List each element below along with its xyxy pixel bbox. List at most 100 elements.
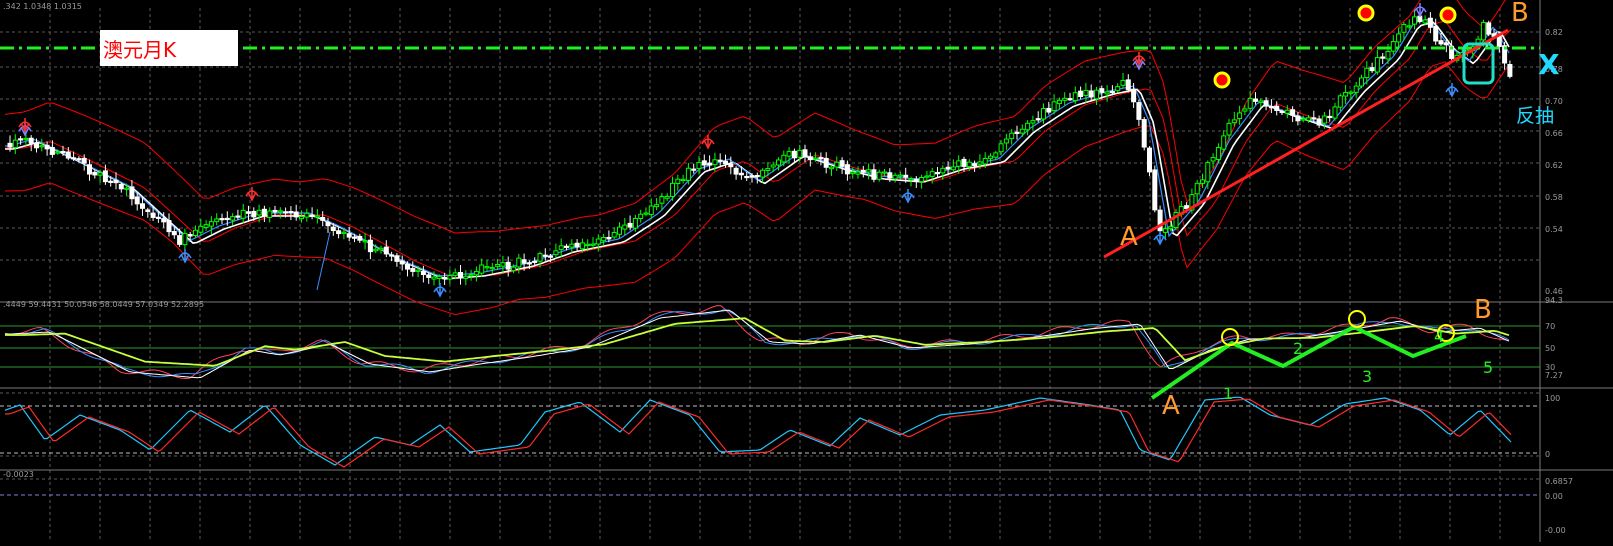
candle-body	[1433, 25, 1439, 42]
candle-body	[617, 226, 622, 235]
candle-body	[426, 274, 432, 278]
candle-body	[516, 257, 522, 268]
candle-body	[145, 209, 151, 212]
candle-body	[998, 143, 1004, 153]
candle-body	[1056, 99, 1062, 105]
candle-body	[161, 218, 167, 223]
fractal-arrow-icon	[245, 187, 259, 202]
candle-body	[786, 151, 792, 157]
osc-line-yellow	[5, 317, 1510, 367]
candle-body	[924, 175, 930, 178]
candle-body	[60, 150, 66, 154]
candle-body	[166, 220, 172, 233]
bollinger-lower-band	[4, 61, 1512, 316]
candle-body	[484, 266, 490, 269]
candle-body	[378, 247, 384, 251]
candle-body	[977, 161, 983, 165]
candle-body	[807, 156, 813, 161]
candle-body	[521, 259, 527, 264]
candle-body	[1019, 128, 1025, 134]
trend-line	[1103, 28, 1509, 259]
candle-body	[760, 169, 766, 178]
candle-body	[611, 232, 617, 238]
candle-body	[1168, 226, 1174, 230]
candle-body	[1030, 120, 1036, 124]
candle-body	[415, 269, 421, 272]
candle-body	[1194, 182, 1200, 195]
panel-dividers	[0, 0, 1613, 542]
wave-label-5: 5	[1483, 358, 1494, 377]
candle-body	[590, 243, 596, 246]
candle-body	[913, 178, 919, 182]
candle-body	[505, 261, 511, 270]
fractal-arrow-icon	[1413, 3, 1427, 18]
candle-body	[436, 275, 442, 279]
candle-body	[1035, 118, 1041, 121]
candle-body	[940, 167, 946, 174]
fractal-arrow-stroke	[901, 189, 915, 204]
candle-body	[818, 157, 824, 160]
candle-body	[49, 147, 55, 155]
candle-body	[277, 210, 283, 213]
candle-body	[1348, 91, 1354, 94]
oscillator-panel	[0, 305, 1540, 400]
candle-body	[1412, 16, 1417, 25]
candle-body	[1311, 117, 1317, 120]
candle-body	[887, 172, 893, 179]
candle-body	[367, 239, 373, 253]
title-box: 澳元月K	[100, 30, 238, 66]
bottom-tick-label: -0.00	[1545, 526, 1566, 535]
candle-body	[299, 216, 304, 220]
candle-body	[654, 204, 660, 208]
candle-body	[1390, 41, 1396, 52]
candle-body	[102, 170, 108, 183]
candle-body	[1088, 90, 1094, 98]
candle-body	[224, 217, 230, 221]
osc-tick-label: 94.3	[1545, 296, 1563, 305]
candle-body	[261, 208, 267, 217]
candle-body	[813, 157, 819, 160]
candle-body	[579, 242, 585, 250]
main-panel-header: .342 1.0348 1.0315	[3, 2, 82, 11]
candle-body	[39, 145, 45, 148]
candle-body	[431, 276, 437, 280]
wave-label-4: 4	[1434, 327, 1445, 346]
candle-body	[267, 210, 273, 218]
candle-body	[781, 154, 787, 163]
candle-body	[860, 169, 866, 173]
candle-body	[1242, 108, 1248, 112]
candle-body	[749, 175, 755, 178]
candle-body	[882, 171, 887, 174]
red-marker-dot	[1439, 6, 1457, 24]
candle-body	[728, 163, 734, 168]
candle-body	[1337, 95, 1343, 108]
osc-tick-label: 50	[1545, 344, 1555, 353]
candle-body	[394, 255, 400, 262]
candle-body	[124, 187, 130, 190]
candle-body	[1422, 19, 1428, 24]
candle-body	[1385, 51, 1391, 60]
candle-body	[12, 139, 18, 149]
candle-body	[717, 159, 723, 162]
label-a-main: A	[1120, 222, 1138, 252]
candle-body	[410, 268, 416, 272]
candle-body	[1396, 33, 1402, 43]
candle-body	[1343, 92, 1349, 97]
candle-body	[320, 216, 326, 221]
candle-body	[1125, 79, 1131, 91]
candle-body	[1374, 57, 1380, 73]
candle-body	[956, 160, 962, 167]
candle-body	[606, 236, 612, 240]
candle-body	[945, 166, 951, 170]
candle-body	[1104, 91, 1110, 95]
candle-body	[1083, 89, 1089, 96]
candle-body	[632, 218, 638, 229]
candle-body	[155, 216, 161, 219]
candle-body	[1067, 98, 1073, 101]
candle-body	[214, 218, 220, 223]
candle-body	[1094, 89, 1099, 100]
candle-body	[129, 186, 135, 200]
price-tick-label: 0.46	[1545, 287, 1563, 296]
candle-body	[1279, 110, 1285, 114]
candle-body	[548, 255, 554, 258]
